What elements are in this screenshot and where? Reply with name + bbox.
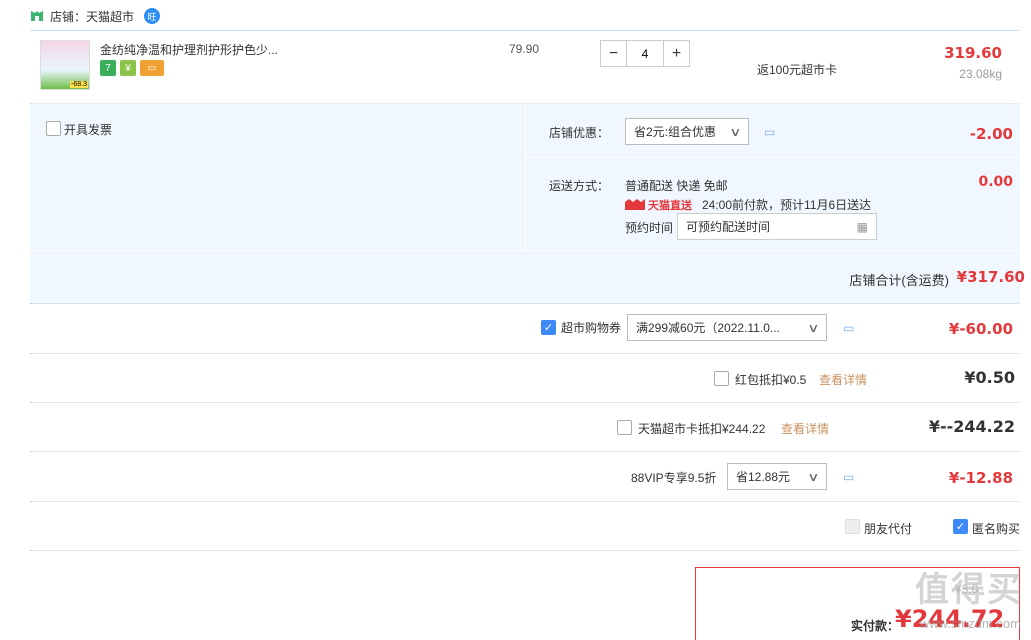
- site-watermark: 值得买: [915, 571, 1023, 609]
- shipping-method: 普通配送 快递 免邮: [625, 179, 728, 193]
- card-details-link[interactable]: 查看详情: [781, 420, 829, 437]
- divider: [30, 451, 1020, 452]
- site-watermark-url: www.smzdm.com: [919, 616, 1021, 631]
- anonymous-label: 匿名购买: [972, 522, 1021, 536]
- shipping-amount: 0.00: [978, 174, 1013, 190]
- quantity-stepper: − +: [600, 40, 690, 67]
- coupon-amount: ¥-60.00: [948, 320, 1013, 338]
- store-name[interactable]: 店铺：天猫超市: [50, 8, 134, 25]
- appointment-label: 预约时间: [625, 221, 674, 235]
- tmall-icon: [625, 199, 645, 210]
- shipping-label: 运送方式：: [549, 179, 610, 193]
- divider: [30, 353, 1020, 354]
- red-packet-amount: ¥0.50: [964, 368, 1015, 387]
- store-discount-amount: -2.00: [969, 125, 1013, 143]
- appointment-time-input[interactable]: 可预约配送时间 ▦: [677, 213, 877, 240]
- card-label: 天猫超市卡抵扣¥244.22: [638, 422, 766, 436]
- message-icon[interactable]: ▭: [843, 470, 854, 484]
- appointment-placeholder: 可预约配送时间: [686, 220, 771, 234]
- tmall-direct-label: 天猫直送: [648, 199, 692, 212]
- store-total-amount: ¥317.60: [956, 268, 1025, 286]
- vip-select[interactable]: 省12.88元 ∨: [727, 463, 827, 490]
- cart-item-row: -68.3 金纺纯净温和护理剂护形护色少... 7 ¥ ▭ 79.90 − + …: [30, 30, 1020, 104]
- card-amount: ¥--244.22: [928, 417, 1015, 436]
- anonymous-checkbox[interactable]: ✓: [953, 519, 968, 534]
- qty-input[interactable]: [627, 40, 663, 67]
- coupon-label: 超市购物券: [561, 321, 622, 335]
- vip-amount: ¥-12.88: [948, 469, 1013, 487]
- invoice-checkbox[interactable]: [46, 121, 61, 136]
- thumb-price-badge: -68.3: [70, 81, 88, 88]
- red-packet-checkbox[interactable]: [714, 371, 729, 386]
- divider: [30, 550, 1020, 551]
- guarantee-icon: ¥: [120, 60, 136, 76]
- store-discount-label: 店铺优惠：: [549, 126, 610, 140]
- seven-day-return-icon: 7: [100, 60, 116, 76]
- chevron-down-icon: ∨: [729, 124, 742, 139]
- store-discount-select[interactable]: 省2元:组合优惠 ∨: [625, 118, 749, 145]
- vip-value: 省12.88元: [736, 470, 791, 484]
- card-checkbox[interactable]: [617, 420, 632, 435]
- unit-price: 79.90: [509, 42, 540, 56]
- red-packet-label: 红包抵扣¥0.5: [735, 373, 807, 387]
- friend-pay-checkbox[interactable]: [845, 519, 860, 534]
- vip-label: 88VIP专享9.5折: [631, 471, 717, 485]
- coupon-checkbox[interactable]: ✓: [541, 320, 556, 335]
- chevron-down-icon: ∨: [807, 320, 820, 335]
- rebate-text: 返100元超市卡: [757, 63, 838, 77]
- message-icon[interactable]: ▭: [764, 125, 775, 139]
- tmall-direct-badge: 天猫直送: [625, 197, 692, 213]
- divider: [30, 402, 1020, 403]
- friend-pay-label: 朋友代付: [864, 522, 913, 536]
- invoice-label: 开具发票: [64, 123, 113, 137]
- line-total: 319.60: [944, 44, 1002, 62]
- card-icon: ▭: [140, 60, 164, 76]
- product-thumbnail[interactable]: -68.3: [40, 40, 90, 90]
- red-packet-details-link[interactable]: 查看详情: [819, 371, 867, 388]
- chat-icon[interactable]: 旺: [144, 8, 161, 24]
- item-weight: 23.08kg: [959, 67, 1002, 81]
- store-icon: [31, 11, 43, 21]
- product-title[interactable]: 金纺纯净温和护理剂护形护色少...: [100, 41, 278, 58]
- store-discount-value: 省2元:组合优惠: [634, 125, 717, 139]
- coupon-select[interactable]: 满299减60元（2022.11.0... ∨: [627, 314, 827, 341]
- message-icon[interactable]: ▭: [843, 321, 854, 335]
- delivery-eta: 24:00前付款，预计11月6日送达: [702, 198, 872, 212]
- store-total-label: 店铺合计(含运费): [849, 273, 949, 288]
- coupon-value: 满299减60元（2022.11.0...: [636, 321, 780, 335]
- calendar-icon: ▦: [856, 219, 868, 234]
- store-header: 店铺：天猫超市 旺: [30, 5, 161, 27]
- payment-label: 实付款：: [851, 619, 900, 633]
- delivery-eta-row: 天猫直送 24:00前付款，预计11月6日送达: [625, 196, 871, 213]
- qty-minus-button[interactable]: −: [600, 40, 627, 67]
- divider: [30, 250, 1020, 251]
- divider: [30, 501, 1020, 502]
- chevron-down-icon: ∨: [807, 469, 820, 484]
- divider: [525, 157, 1020, 158]
- qty-plus-button[interactable]: +: [663, 40, 690, 67]
